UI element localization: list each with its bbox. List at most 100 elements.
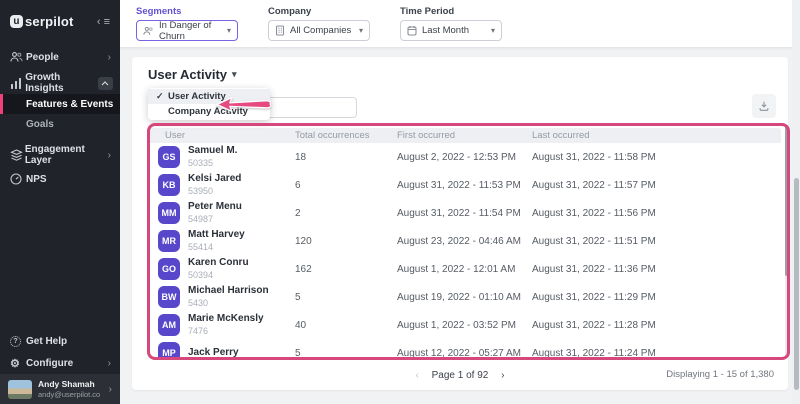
sidebar-item-get-help[interactable]: ? Get Help [0, 330, 120, 352]
user-name: Michael Harrison [188, 285, 269, 298]
window-scrollbar-thumb[interactable] [794, 178, 799, 390]
sidebar-item-goals[interactable]: Goals [0, 114, 120, 134]
first-occurred-cell: August 23, 2022 - 04:46 AM [397, 236, 532, 247]
sidebar: userpilot ‹ ≡ People › [0, 0, 120, 404]
user-name: Matt Harvey [188, 229, 245, 242]
first-occurred-cell: August 1, 2022 - 03:52 PM [397, 320, 532, 331]
gear-icon: ⚙ [10, 357, 26, 370]
app-window: userpilot ‹ ≡ People › [0, 0, 800, 404]
sidebar-footer: ? Get Help ⚙ Configure › Andy Shamah and… [0, 330, 120, 404]
last-occurred-cell: August 31, 2022 - 11:57 PM [532, 180, 781, 191]
chevron-left-icon: ‹ [97, 16, 101, 28]
sidebar-item-nps[interactable]: NPS [0, 168, 120, 190]
occurrences-cell: 18 [295, 152, 397, 163]
profile-name: Andy Shamah [38, 379, 100, 390]
segments-select[interactable]: In Danger of Churn ▾ [136, 20, 238, 41]
column-header: First occurred [397, 130, 532, 141]
avatar: AM [158, 314, 180, 336]
last-occurred-cell: August 31, 2022 - 11:29 PM [532, 292, 781, 303]
last-occurred-cell: August 31, 2022 - 11:56 PM [532, 208, 781, 219]
report-type-dropdown[interactable]: User Activity ▾ [148, 67, 237, 82]
selected-value: Last Month [422, 25, 469, 36]
chevron-up-icon [101, 81, 109, 86]
user-name: Peter Menu [188, 201, 242, 214]
avatar: MP [158, 342, 180, 358]
user-name: Samuel M. [188, 145, 237, 158]
sidebar-item-features-events[interactable]: Features & Events [0, 94, 120, 114]
calendar-icon [407, 25, 417, 36]
caret-down-icon: ▾ [227, 26, 231, 35]
sidebar-item-people[interactable]: People › [0, 46, 120, 68]
user-name: Karen Conru [188, 257, 249, 270]
time-period-select[interactable]: Last Month ▾ [400, 20, 502, 41]
sidebar-item-label: Get Help [26, 336, 67, 347]
filter-time-period: Time Period Last Month ▾ [400, 0, 502, 47]
sidebar-item-label: Goals [26, 119, 54, 130]
table-row[interactable]: AM Marie McKensly7476 40 August 1, 2022 … [148, 311, 781, 339]
column-header: Total occurrences [295, 130, 397, 141]
sidebar-item-engagement-layer[interactable]: Engagement Layer › [0, 144, 120, 166]
table-row[interactable]: BW Michael Harrison5430 5 August 19, 202… [148, 283, 781, 311]
sidebar-collapse-button[interactable]: ‹ ≡ [97, 16, 110, 28]
table-scrollbar-thumb[interactable] [785, 126, 789, 276]
menu-item-user-activity[interactable]: ✓ User Activity [148, 89, 270, 104]
avatar: GO [158, 258, 180, 280]
avatar: MR [158, 230, 180, 252]
table-row[interactable]: MR Matt Harvey55414 120 August 23, 2022 … [148, 227, 781, 255]
sidebar-item-configure[interactable]: ⚙ Configure › [0, 352, 120, 374]
user-id: 50335 [188, 158, 237, 169]
first-occurred-cell: August 19, 2022 - 01:10 AM [397, 292, 532, 303]
occurrences-cell: 5 [295, 292, 397, 303]
user-name: Kelsi Jared [188, 173, 241, 186]
last-occurred-cell: August 31, 2022 - 11:36 PM [532, 264, 781, 275]
caret-down-icon: ▾ [359, 26, 363, 35]
menu-item-label: Company Activity [168, 106, 248, 117]
filter-segments: Segments In Danger of Churn ▾ [136, 0, 238, 47]
displaying-range: Displaying 1 - 15 of 1,380 [666, 369, 774, 380]
chevron-right-icon: › [109, 384, 112, 395]
filter-bar: Segments In Danger of Churn ▾ Company [120, 0, 792, 48]
first-occurred-cell: August 31, 2022 - 11:53 PM [397, 180, 532, 191]
last-occurred-cell: August 31, 2022 - 11:28 PM [532, 320, 781, 331]
sidebar-item-label: People [26, 52, 59, 63]
chevron-right-icon: › [108, 52, 111, 63]
next-page-button[interactable]: › [501, 370, 504, 381]
sidebar-item-label: Configure [26, 358, 73, 369]
download-icon [758, 100, 770, 112]
table-scrollbar[interactable] [785, 125, 789, 357]
report-type-menu: ✓ User Activity Company Activity [148, 88, 270, 120]
chevron-right-icon: › [108, 150, 111, 161]
collapse-section-button[interactable] [98, 77, 113, 90]
user-profile[interactable]: Andy Shamah andy@userpilot.co › [0, 374, 120, 404]
table-row[interactable]: GS Samuel M.50335 18 August 2, 2022 - 12… [148, 143, 781, 171]
user-id: 53950 [188, 186, 241, 197]
caret-down-icon: ▾ [491, 26, 495, 35]
selected-value: All Companies [290, 25, 351, 36]
company-select[interactable]: All Companies ▾ [268, 20, 370, 41]
sidebar-item-label: Features & Events [26, 99, 113, 110]
prev-page-button[interactable]: ‹ [416, 370, 419, 381]
window-scrollbar[interactable] [792, 0, 800, 404]
user-id: 54987 [188, 214, 242, 225]
column-header: Last occurred [532, 130, 781, 141]
table-body: GS Samuel M.50335 18 August 2, 2022 - 12… [148, 143, 781, 358]
table-row[interactable]: MP Jack Perry 5 August 12, 2022 - 05:27 … [148, 339, 781, 358]
sidebar-item-growth-insights[interactable]: Growth Insights [0, 72, 120, 94]
download-button[interactable] [752, 94, 776, 118]
menu-item-company-activity[interactable]: Company Activity [148, 104, 270, 119]
occurrences-cell: 2 [295, 208, 397, 219]
filter-label: Company [268, 6, 370, 17]
occurrences-cell: 6 [295, 180, 397, 191]
avatar: KB [158, 174, 180, 196]
last-occurred-cell: August 31, 2022 - 11:51 PM [532, 236, 781, 247]
first-occurred-cell: August 1, 2022 - 12:01 AM [397, 264, 532, 275]
building-icon [275, 25, 285, 36]
selected-value: In Danger of Churn [159, 20, 222, 42]
first-occurred-cell: August 2, 2022 - 12:53 PM [397, 152, 532, 163]
table-row[interactable]: KB Kelsi Jared53950 6 August 31, 2022 - … [148, 171, 781, 199]
filter-company: Company All Companies ▾ [268, 0, 370, 47]
check-icon: ✓ [156, 91, 168, 102]
user-id: 7476 [188, 326, 264, 337]
table-row[interactable]: GO Karen Conru50394 162 August 1, 2022 -… [148, 255, 781, 283]
table-row[interactable]: MM Peter Menu54987 2 August 31, 2022 - 1… [148, 199, 781, 227]
